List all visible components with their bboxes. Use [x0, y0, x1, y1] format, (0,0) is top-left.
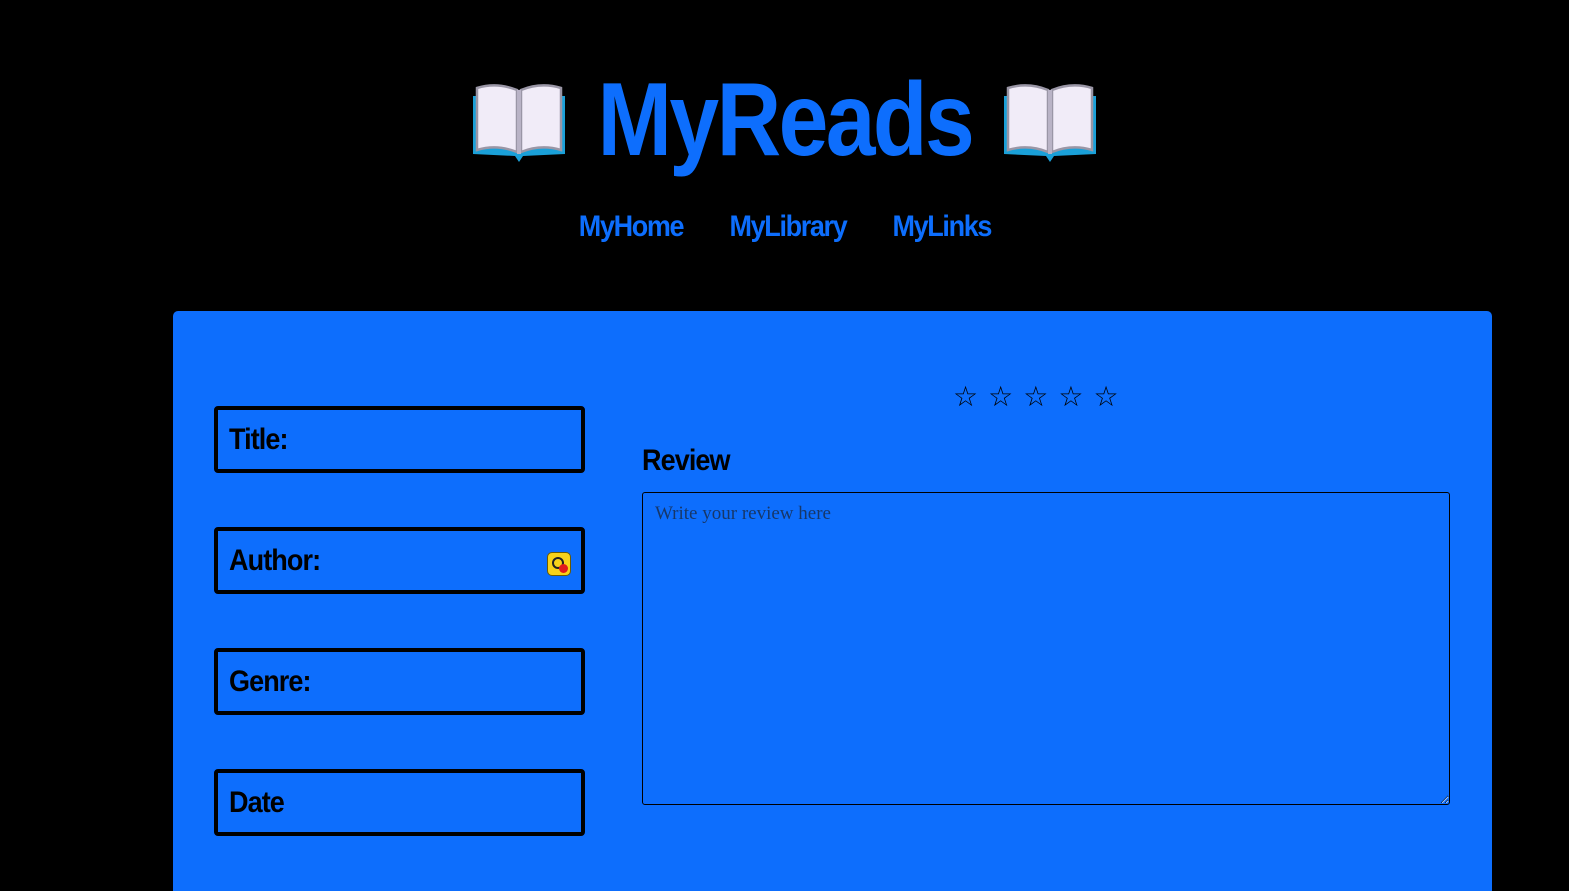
star-rating: ☆ ☆ ☆ ☆ ☆: [953, 383, 1119, 411]
nav-link-mylinks[interactable]: MyLinks: [892, 210, 992, 244]
extension-record-icon: [559, 564, 568, 573]
title-field[interactable]: Title:: [214, 406, 585, 473]
genre-field[interactable]: Genre:: [214, 648, 585, 715]
date-label: Date: [229, 785, 285, 819]
genre-label: Genre:: [229, 664, 312, 698]
nav-link-myhome[interactable]: MyHome: [579, 210, 685, 244]
star-icon-1[interactable]: ☆: [953, 383, 978, 411]
open-book-icon: [1004, 84, 1097, 162]
author-label: Author:: [229, 543, 321, 577]
date-field[interactable]: Date: [214, 769, 585, 836]
review-textarea[interactable]: [642, 492, 1450, 805]
title-row: MyReads: [0, 60, 1569, 180]
nav-link-mylibrary[interactable]: MyLibrary: [729, 210, 847, 244]
star-icon-3[interactable]: ☆: [1023, 383, 1048, 411]
star-icon-5[interactable]: ☆: [1093, 383, 1118, 411]
extension-icon[interactable]: [547, 552, 571, 576]
title-label: Title:: [229, 422, 289, 456]
main-nav: MyHome MyLibrary MyLinks: [0, 210, 1569, 244]
author-field[interactable]: Author:: [214, 527, 585, 594]
star-icon-4[interactable]: ☆: [1058, 383, 1083, 411]
open-book-icon: [472, 84, 565, 162]
site-title: MyReads: [597, 62, 974, 178]
star-icon-2[interactable]: ☆: [988, 383, 1013, 411]
review-label: Review: [642, 444, 731, 477]
book-form-panel: Title: Author: Genre: Date ☆ ☆ ☆ ☆ ☆ Rev…: [173, 311, 1492, 891]
site-header: MyReads MyHome MyLibrary MyLinks: [0, 0, 1569, 290]
